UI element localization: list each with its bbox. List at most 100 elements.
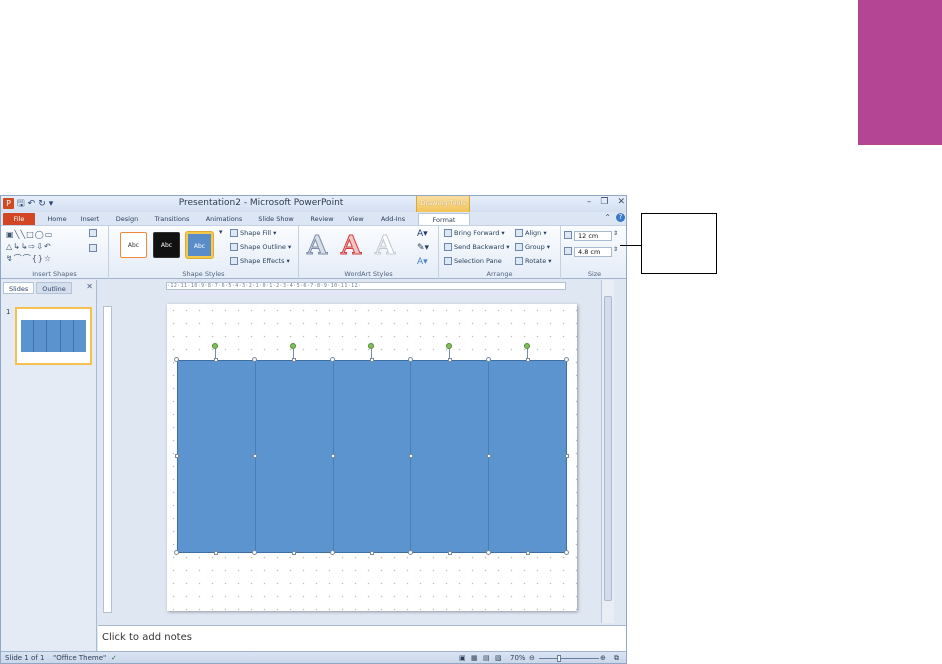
reading-view-icon[interactable]: ▤ — [483, 654, 490, 662]
rotation-handle[interactable] — [368, 343, 374, 349]
slide-thumbnail[interactable] — [15, 307, 92, 365]
zoom-slider-knob[interactable] — [557, 655, 561, 662]
resize-handle[interactable] — [526, 551, 530, 555]
wordart-style-2[interactable]: A — [340, 231, 361, 262]
tab-slide-show[interactable]: Slide Show — [254, 213, 298, 225]
help-icon[interactable]: ? — [616, 213, 625, 222]
resize-handle[interactable] — [526, 358, 530, 362]
slide-show-icon[interactable]: ▧ — [495, 654, 502, 662]
gallery-more-icon[interactable]: ▾ — [219, 228, 223, 236]
rectangle-shape[interactable] — [178, 361, 256, 552]
resize-handle[interactable] — [564, 550, 569, 555]
resize-handle[interactable] — [252, 357, 257, 362]
width-spinner-icon[interactable]: ⇕ — [613, 246, 618, 253]
vertical-scrollbar[interactable] — [601, 280, 614, 623]
resize-handle[interactable] — [486, 357, 491, 362]
tab-transitions[interactable]: Transitions — [149, 213, 195, 225]
tab-add-ins[interactable]: Add-Ins — [375, 213, 411, 225]
group-button[interactable]: Group ▾ — [515, 243, 550, 251]
shape-outline-button[interactable]: Shape Outline ▾ — [230, 243, 291, 251]
resize-handle[interactable] — [408, 357, 413, 362]
customize-qat-icon[interactable]: ▾ — [49, 199, 54, 209]
save-icon[interactable]: 🖫 — [17, 196, 25, 212]
rotation-handle[interactable] — [212, 343, 218, 349]
shape-style-swatch-3[interactable]: Abc — [185, 231, 214, 259]
resize-handle[interactable] — [409, 454, 413, 458]
resize-handle[interactable] — [564, 357, 569, 362]
resize-handle[interactable] — [448, 551, 452, 555]
rotate-button[interactable]: Rotate ▾ — [515, 257, 552, 265]
shape-height-input[interactable]: 12 cm — [574, 231, 612, 241]
tab-view[interactable]: View — [343, 213, 369, 225]
zoom-level[interactable]: 70% — [510, 654, 526, 662]
horizontal-ruler[interactable]: ·12·11·10·9·8·7·6·5·4·3·2·1·0·1·2·3·4·5·… — [166, 282, 566, 290]
text-effects-icon[interactable]: A▾ — [417, 257, 428, 267]
tab-animations[interactable]: Animations — [201, 213, 247, 225]
rotation-handle[interactable] — [290, 343, 296, 349]
tab-file[interactable]: File — [3, 213, 35, 225]
tab-insert[interactable]: Insert — [75, 213, 105, 225]
shape-fill-button[interactable]: Shape Fill ▾ — [230, 229, 276, 237]
tab-slides[interactable]: Slides — [3, 282, 35, 294]
resize-handle[interactable] — [330, 357, 335, 362]
zoom-out-icon[interactable]: ⊖ — [529, 654, 535, 662]
vertical-ruler[interactable] — [103, 306, 112, 613]
rectangle-shape[interactable] — [256, 361, 334, 552]
minimize-icon[interactable]: – — [587, 197, 592, 207]
rotation-handle[interactable] — [446, 343, 452, 349]
text-fill-icon[interactable]: A▾ — [417, 229, 428, 239]
tab-review[interactable]: Review — [306, 213, 338, 225]
resize-handle[interactable] — [214, 358, 218, 362]
notes-pane[interactable]: Click to add notes — [98, 625, 626, 651]
slide-canvas[interactable] — [167, 304, 577, 611]
resize-handle[interactable] — [330, 550, 335, 555]
shapes-gallery[interactable]: ▣╲╲□◯▭ △↳↳⇨⇩↶ ↯⌒⌒{}☆ — [6, 229, 84, 265]
close-pane-icon[interactable]: ✕ — [86, 282, 93, 291]
resize-handle[interactable] — [448, 358, 452, 362]
resize-handle[interactable] — [487, 454, 491, 458]
resize-handle[interactable] — [252, 550, 257, 555]
resize-handle[interactable] — [370, 358, 374, 362]
resize-handle[interactable] — [292, 358, 296, 362]
rectangle-shape[interactable] — [334, 361, 412, 552]
shape-width-input[interactable]: 4.8 cm — [574, 247, 612, 257]
tab-design[interactable]: Design — [111, 213, 143, 225]
height-spinner-icon[interactable]: ⇕ — [613, 230, 618, 237]
resize-handle[interactable] — [253, 454, 257, 458]
selected-rectangle-shapes[interactable] — [177, 360, 567, 553]
fit-to-window-icon[interactable]: ⧉ — [614, 654, 619, 663]
powerpoint-app-icon[interactable]: P — [3, 198, 14, 209]
resize-handle[interactable] — [175, 454, 179, 458]
slide-sorter-icon[interactable]: ▦ — [471, 654, 478, 662]
resize-handle[interactable] — [174, 357, 179, 362]
zoom-slider-track[interactable] — [539, 658, 599, 659]
shape-effects-button[interactable]: Shape Effects ▾ — [230, 257, 290, 265]
resize-handle[interactable] — [292, 551, 296, 555]
close-icon[interactable]: ✕ — [617, 197, 625, 207]
text-box-icon[interactable] — [89, 244, 97, 252]
minimize-ribbon-icon[interactable]: ⌃ — [604, 213, 611, 222]
normal-view-icon[interactable]: ▣ — [459, 654, 466, 662]
scrollbar-thumb[interactable] — [604, 296, 612, 601]
wordart-style-1[interactable]: A — [306, 231, 327, 262]
text-outline-icon[interactable]: ✎▾ — [417, 243, 429, 253]
bring-forward-button[interactable]: Bring Forward ▾ — [444, 229, 505, 237]
resize-handle[interactable] — [214, 551, 218, 555]
tab-outline[interactable]: Outline — [36, 282, 72, 294]
redo-icon[interactable]: ↻ — [38, 199, 46, 209]
shape-style-swatch-1[interactable]: Abc — [120, 232, 147, 258]
resize-handle[interactable] — [174, 550, 179, 555]
zoom-in-icon[interactable]: ⊕ — [600, 654, 606, 662]
tab-home[interactable]: Home — [43, 213, 71, 225]
align-button[interactable]: Align ▾ — [515, 229, 547, 237]
rotation-handle[interactable] — [524, 343, 530, 349]
wordart-style-3[interactable]: A — [374, 231, 395, 262]
undo-icon[interactable]: ↶ — [28, 199, 36, 209]
selection-pane-button[interactable]: Selection Pane — [444, 257, 502, 265]
tab-format[interactable]: Format — [418, 213, 470, 225]
restore-icon[interactable]: ❐ — [600, 197, 608, 207]
resize-handle[interactable] — [331, 454, 335, 458]
resize-handle[interactable] — [370, 551, 374, 555]
resize-handle[interactable] — [408, 550, 413, 555]
edit-shape-icon[interactable] — [89, 229, 97, 237]
